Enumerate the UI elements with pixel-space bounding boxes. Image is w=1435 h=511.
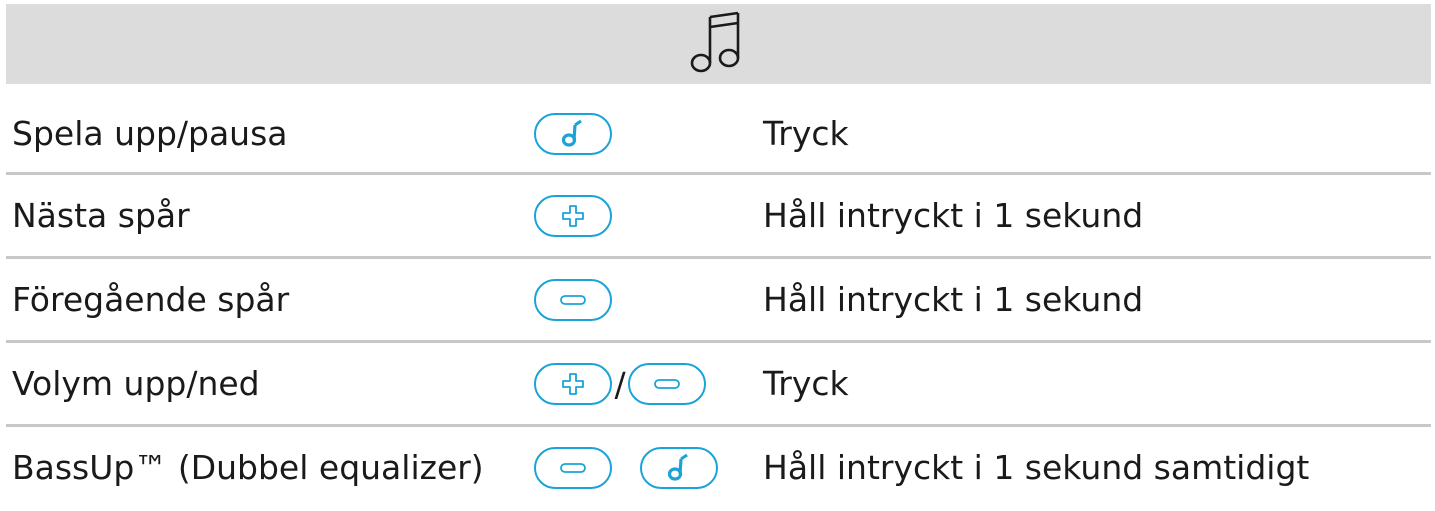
plus-button[interactable]: [534, 195, 612, 237]
music-note-icon: [667, 453, 688, 481]
music-note-button[interactable]: [534, 113, 612, 155]
minus-button[interactable]: [534, 279, 612, 321]
button-group: [534, 258, 734, 342]
control-row-play-pause: Spela upp/pausa Tryck: [6, 92, 1431, 176]
row-label: BassUp™ (Dubbel equalizer): [12, 448, 484, 487]
minus-icon: [560, 295, 586, 305]
row-action: Håll intryckt i 1 sekund samtidigt: [763, 448, 1310, 487]
control-row-volume: Volym upp/ned / Tryck: [6, 342, 1431, 426]
music-note-button[interactable]: [640, 447, 718, 489]
button-separator: /: [614, 364, 626, 404]
row-label: Nästa spår: [12, 196, 190, 235]
row-action: Håll intryckt i 1 sekund: [763, 196, 1144, 235]
music-notes-icon: [684, 9, 754, 79]
button-group: [534, 174, 734, 258]
plus-button[interactable]: [534, 363, 612, 405]
minus-icon: [654, 379, 680, 389]
button-group: [534, 92, 734, 176]
button-group: [534, 426, 734, 510]
minus-icon: [560, 463, 586, 473]
control-row-previous-track: Föregående spår Håll intryckt i 1 sekund: [6, 258, 1431, 342]
music-note-icon: [561, 119, 582, 147]
row-label: Spela upp/pausa: [12, 114, 288, 153]
music-section-header: [6, 4, 1431, 84]
control-row-next-track: Nästa spår Håll intryckt i 1 sekund: [6, 174, 1431, 258]
plus-icon: [562, 373, 584, 395]
row-action: Tryck: [763, 364, 849, 403]
minus-button[interactable]: [628, 363, 706, 405]
row-label: Föregående spår: [12, 280, 290, 319]
plus-icon: [562, 205, 584, 227]
row-action: Tryck: [763, 114, 849, 153]
row-action: Håll intryckt i 1 sekund: [763, 280, 1144, 319]
button-group: /: [534, 342, 734, 426]
minus-button[interactable]: [534, 447, 612, 489]
row-label: Volym upp/ned: [12, 364, 260, 403]
control-row-bassup: BassUp™ (Dubbel equalizer) Håll intryckt…: [6, 426, 1431, 510]
